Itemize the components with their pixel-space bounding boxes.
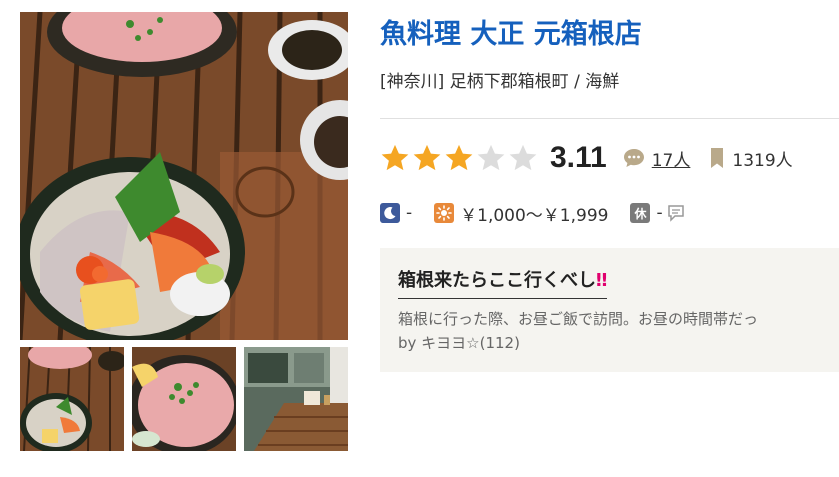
sun-icon	[434, 203, 455, 223]
star-empty-icon	[509, 144, 537, 171]
speech-bubble-icon	[623, 149, 644, 167]
lunch-budget: ￥1,000～￥1,999	[460, 205, 609, 226]
double-exclamation-icon: ‼	[596, 270, 608, 291]
review-excerpt: 箱根に行った際、お昼ご飯で訪問。お昼の時間帯だっ	[398, 310, 759, 328]
thumbnail-1[interactable]	[20, 347, 124, 451]
thumbnail-3[interactable]	[244, 347, 348, 451]
thumbnail-2[interactable]	[132, 347, 236, 451]
restaurant-area-genre: [神奈川] 足柄下郡箱根町 / 海鮮	[380, 72, 620, 92]
moon-icon	[380, 203, 400, 223]
dinner-budget: -	[406, 203, 413, 223]
main-photo[interactable]	[20, 12, 348, 340]
rating-score: 3.11	[550, 141, 607, 174]
divider	[380, 118, 839, 119]
holiday-badge: 休	[630, 203, 651, 223]
rating-row: 3.11 17人 1319人	[380, 138, 793, 178]
review-title[interactable]: 箱根来たらここ行くべし‼	[398, 266, 608, 299]
star-rating	[380, 143, 540, 173]
review-author[interactable]: by キヨヨ☆(112)	[398, 332, 520, 353]
bookmark-icon	[711, 148, 724, 168]
bookmark-count: 1319人	[732, 150, 793, 171]
restaurant-name[interactable]: 魚料理 大正 元箱根店	[380, 12, 642, 51]
review-count-link[interactable]: 17人	[652, 146, 691, 171]
holiday-value: -	[656, 203, 663, 223]
budget-row: - ￥1,000～￥1,999 休 -	[380, 200, 685, 226]
featured-review[interactable]: 箱根来たらここ行くべし‼ 箱根に行った際、お昼ご飯で訪問。お昼の時間帯だっ by…	[380, 248, 839, 372]
star-filled-icon	[413, 144, 441, 171]
star-empty-icon	[477, 144, 505, 171]
star-filled-icon	[445, 144, 473, 171]
memo-icon[interactable]	[667, 204, 685, 222]
star-filled-icon	[381, 144, 409, 171]
